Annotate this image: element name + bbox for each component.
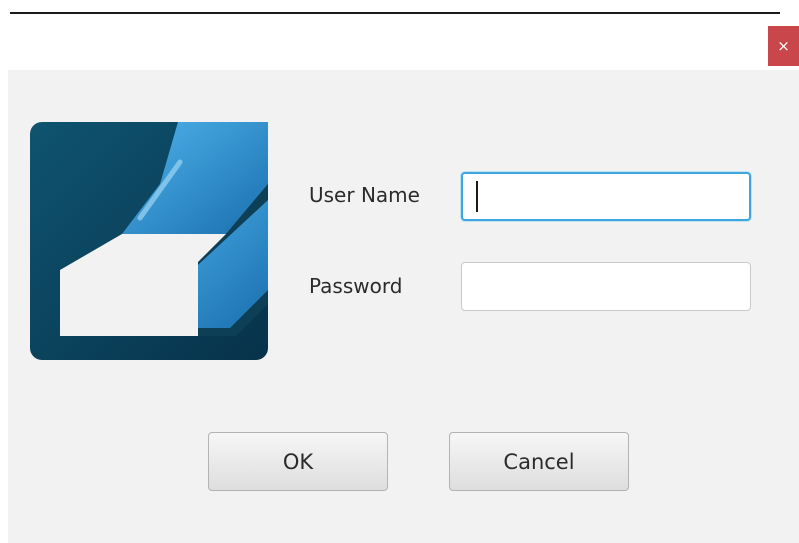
company-logo-icon <box>30 122 268 360</box>
text-cursor <box>476 181 478 212</box>
close-button[interactable]: × <box>768 26 799 66</box>
username-input[interactable] <box>461 172 751 221</box>
cancel-button[interactable]: Cancel <box>449 432 629 491</box>
username-label: User Name <box>309 183 420 207</box>
close-icon: × <box>777 37 790 55</box>
ok-button[interactable]: OK <box>208 432 388 491</box>
password-input[interactable] <box>461 262 751 311</box>
password-label: Password <box>309 274 403 298</box>
title-bar <box>0 14 799 70</box>
